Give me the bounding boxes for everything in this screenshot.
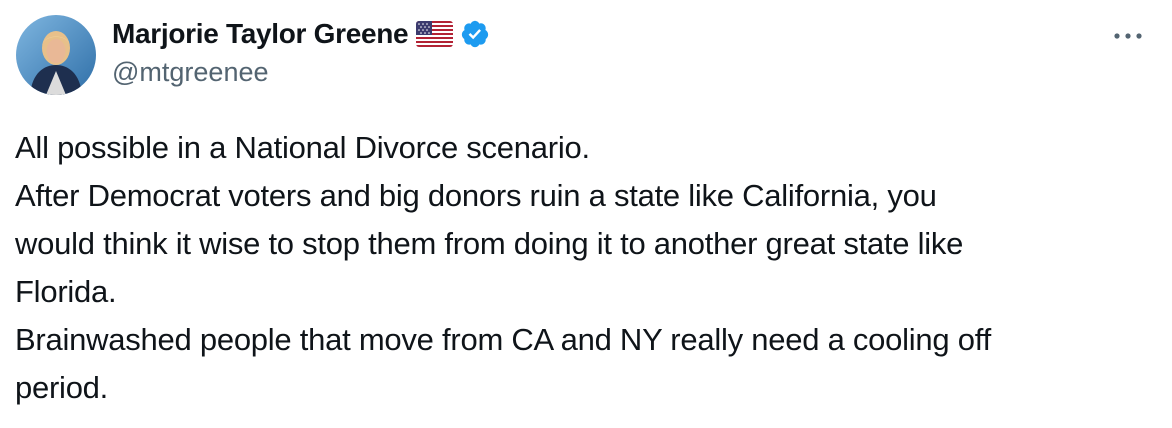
verified-check-icon[interactable]	[460, 19, 490, 49]
tweet-line: Florida.	[15, 274, 117, 309]
tweet-line: period.	[15, 370, 109, 405]
author-handle[interactable]: @mtgreenee	[112, 57, 269, 88]
us-flag-icon	[416, 21, 454, 47]
tweet-line: All possible in a National Divorce scena…	[15, 130, 590, 165]
tweet-line: Brainwashed people that move from CA and…	[15, 322, 991, 357]
tweet-text: All possible in a National Divorce scena…	[15, 124, 1155, 412]
author-display-name[interactable]: Marjorie Taylor Greene	[112, 18, 409, 50]
tweet-line: After Democrat voters and big donors rui…	[15, 178, 937, 213]
author-name-row: Marjorie Taylor Greene	[112, 14, 490, 54]
avatar-photo	[16, 15, 96, 95]
tweet-line: would think it wise to stop them from do…	[15, 226, 964, 261]
tweet-card: Marjorie Taylor Greene @mtgreenee All po…	[0, 0, 1172, 428]
more-options-button[interactable]	[1106, 18, 1150, 54]
avatar[interactable]	[16, 15, 96, 95]
more-options-icon	[1114, 33, 1142, 39]
